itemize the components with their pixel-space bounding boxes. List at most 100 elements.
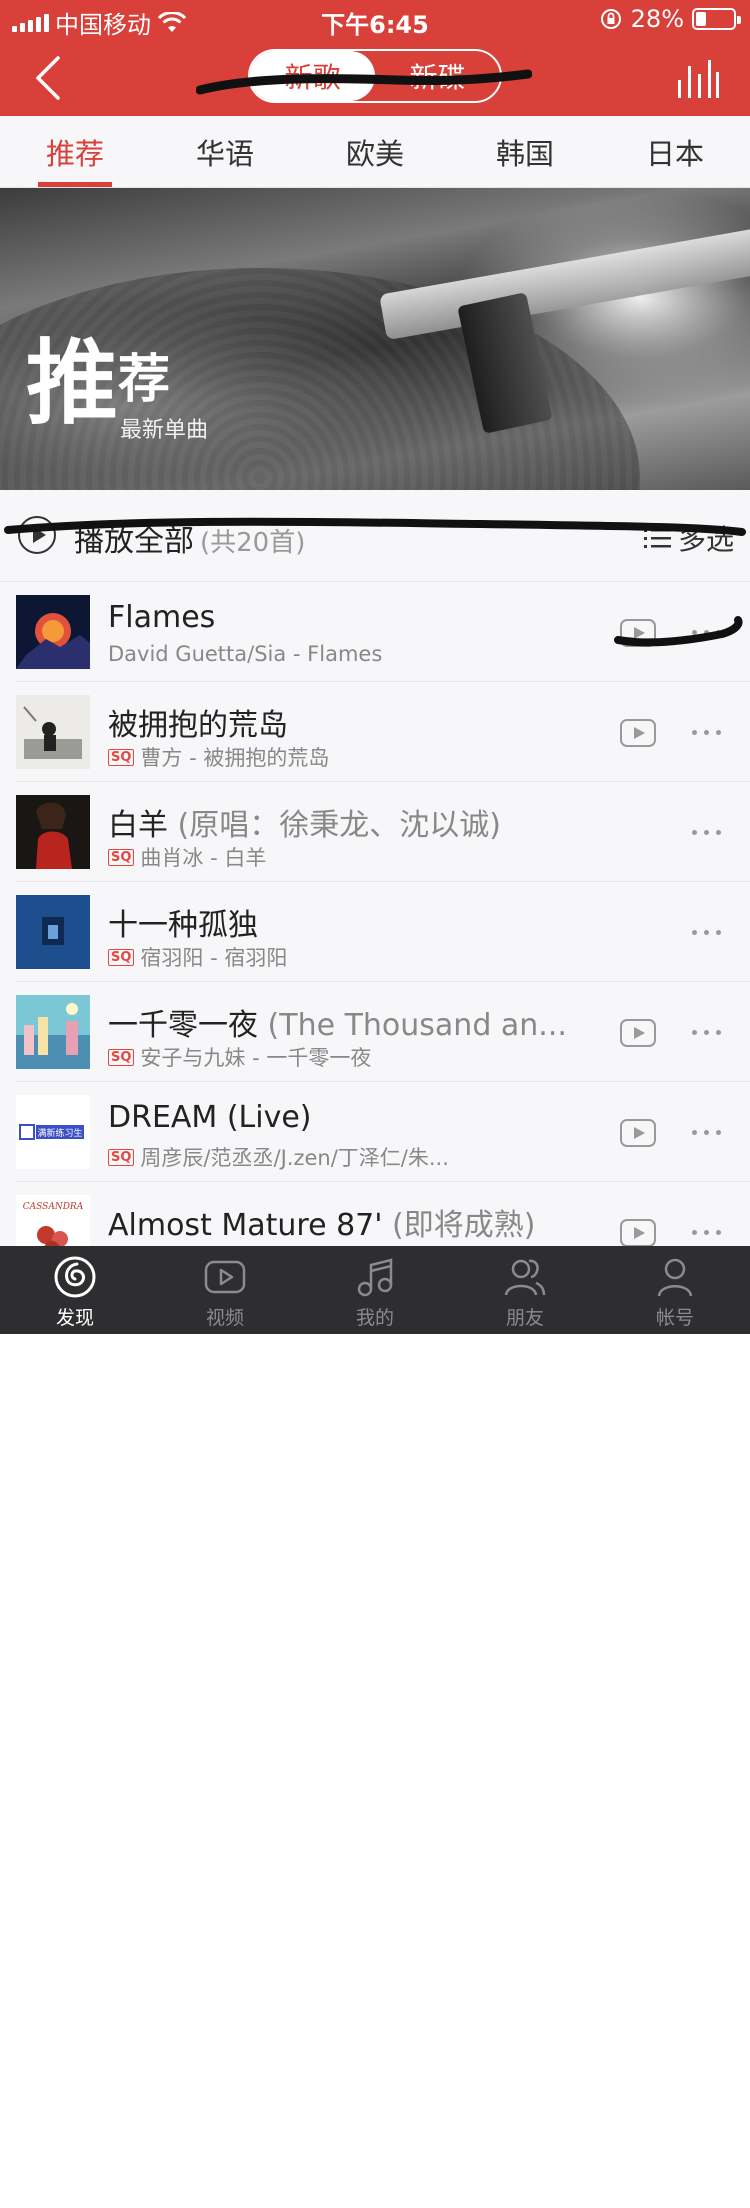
song-artist: SQ 曲肖冰 - 白羊 <box>108 842 266 872</box>
cover-text: CASSANDRA <box>23 1202 84 1212</box>
song-title-alt: (即将成熟) <box>392 1208 536 1243</box>
more-icon[interactable] <box>692 820 721 844</box>
multi-select-label: 多选 <box>677 523 734 556</box>
tab-western[interactable]: 欧美 <box>300 116 450 187</box>
banner-title-big: 推 <box>26 330 119 437</box>
album-cover <box>16 995 90 1069</box>
song-title: Flames <box>108 600 215 635</box>
battery-icon <box>692 8 741 30</box>
banner-image: 推 荐 最新单曲 <box>0 188 750 490</box>
sq-badge: SQ <box>108 748 135 766</box>
album-cover <box>16 895 90 969</box>
song-title-alt: (原唱：徐秉龙、沈以诚) <box>177 808 501 843</box>
song-title-text: DREAM (Live) <box>108 1100 312 1135</box>
list-icon <box>643 529 671 548</box>
mv-play-icon[interactable] <box>620 619 656 647</box>
song-title-text: 被拥抱的荒岛 <box>108 708 288 743</box>
status-bar: 中国移动 下午6:45 28% <box>0 0 750 40</box>
album-cover <box>16 795 90 869</box>
multi-select-button[interactable]: 多选 <box>643 518 734 558</box>
song-row[interactable]: 一千零一夜 (The Thousand an... SQ 安子与九妹 - 一千零… <box>16 982 750 1082</box>
rotation-lock-icon <box>600 9 621 29</box>
song-artist-text: 曹方 - 被拥抱的荒岛 <box>140 746 330 770</box>
banner-title-small: 荐 <box>118 350 171 410</box>
song-artist: SQ 曹方 - 被拥抱的荒岛 <box>108 742 329 772</box>
discover-icon <box>54 1256 96 1298</box>
song-title-text: 一千零一夜 <box>108 1008 258 1043</box>
song-artist-text: 宿羽阳 - 宿羽阳 <box>140 946 288 970</box>
song-title: 一千零一夜 (The Thousand an... <box>108 1000 567 1044</box>
tabbar-video[interactable]: 视频 <box>150 1246 300 1334</box>
song-artist-text: 周彦辰/范丞丞/J.zen/丁泽仁/朱... <box>140 1146 449 1170</box>
song-artist: SQ 周彦辰/范丞丞/J.zen/丁泽仁/朱... <box>108 1142 449 1172</box>
song-row[interactable]: Flames David Guetta/Sia - Flames <box>16 582 750 682</box>
song-title: 被拥抱的荒岛 <box>108 700 288 744</box>
song-row[interactable]: 十一种孤独 SQ 宿羽阳 - 宿羽阳 <box>16 882 750 982</box>
more-icon[interactable] <box>692 1220 721 1244</box>
song-artist-text: 曲肖冰 - 白羊 <box>140 846 267 870</box>
tab-japanese[interactable]: 日本 <box>600 116 750 187</box>
tabbar-label: 帐号 <box>655 1307 694 1329</box>
music-note-icon <box>357 1258 393 1297</box>
tabbar-friends[interactable]: 朋友 <box>450 1246 600 1334</box>
song-artist: David Guetta/Sia - Flames <box>108 642 382 666</box>
mv-play-icon[interactable] <box>620 1119 656 1147</box>
more-icon[interactable] <box>692 620 721 644</box>
tabbar-discover[interactable]: 发现 <box>0 1246 150 1334</box>
bottom-tab-bar: 发现 视频 我的 朋友 帐号 <box>0 1246 750 1334</box>
song-row[interactable]: 满新练习生 DREAM (Live) SQ 周彦辰/范丞丞/J.zen/丁泽仁/… <box>16 1082 750 1182</box>
more-icon[interactable] <box>692 920 721 944</box>
sq-badge: SQ <box>108 948 135 966</box>
tabbar-label: 视频 <box>205 1307 244 1329</box>
song-title: 白羊 (原唱：徐秉龙、沈以诚) <box>108 800 501 844</box>
tabbar-label: 我的 <box>355 1307 394 1329</box>
more-icon[interactable] <box>692 1120 721 1144</box>
song-row[interactable]: 白羊 (原唱：徐秉龙、沈以诚) SQ 曲肖冰 - 白羊 <box>16 782 750 882</box>
banner-subtitle: 最新单曲 <box>120 418 209 443</box>
song-title: Almost Mature 87' (即将成熟) <box>108 1200 535 1244</box>
tabbar-label: 朋友 <box>505 1307 544 1329</box>
tab-chinese[interactable]: 华语 <box>150 116 300 187</box>
nav-bar: 新歌 新碟 <box>0 40 750 116</box>
mv-play-icon[interactable] <box>620 1019 656 1047</box>
tab-korean[interactable]: 韩国 <box>450 116 600 187</box>
sq-badge: SQ <box>108 1048 135 1066</box>
segment-new-albums[interactable]: 新碟 <box>375 51 500 101</box>
tabbar-account[interactable]: 帐号 <box>600 1246 750 1334</box>
back-icon[interactable] <box>30 54 70 102</box>
friends-icon <box>504 1259 546 1296</box>
category-tabs: 推荐 华语 欧美 韩国 日本 <box>0 116 750 188</box>
song-title-text: Flames <box>108 600 216 635</box>
sq-badge: SQ <box>108 1148 135 1166</box>
song-title-alt: (The Thousand an... <box>267 1008 567 1043</box>
mv-play-icon[interactable] <box>620 719 656 747</box>
mv-play-icon[interactable] <box>620 1219 656 1247</box>
more-icon[interactable] <box>692 1020 721 1044</box>
song-title-text: 十一种孤独 <box>108 908 258 943</box>
segment-new-songs[interactable]: 新歌 <box>250 51 375 101</box>
album-cover <box>16 695 90 769</box>
battery-percent: 28% <box>630 5 684 33</box>
play-all-count: (共20首) <box>200 528 306 558</box>
app-screen: 中国移动 下午6:45 28% 新歌 新碟 推荐 华语 欧美 韩国 日本 推 荐… <box>0 0 750 1334</box>
account-icon <box>657 1258 693 1297</box>
song-artist-text: David Guetta/Sia - Flames <box>108 642 383 666</box>
song-title-text: Almost Mature 87' <box>108 1208 383 1243</box>
song-title: 十一种孤独 <box>108 900 258 944</box>
song-artist: SQ 宿羽阳 - 宿羽阳 <box>108 942 287 972</box>
play-circle-icon[interactable] <box>18 516 56 554</box>
equalizer-icon[interactable] <box>676 58 720 98</box>
cover-text: 满新练习生 <box>37 1127 82 1139</box>
play-all-text: 播放全部 <box>74 524 194 559</box>
album-cover: 满新练习生 <box>16 1095 90 1169</box>
tabbar-mine[interactable]: 我的 <box>300 1246 450 1334</box>
song-artist: SQ 安子与九妹 - 一千零一夜 <box>108 1042 371 1072</box>
tabbar-label: 发现 <box>55 1307 94 1329</box>
play-all-label[interactable]: 播放全部 (共20首) <box>74 516 305 560</box>
song-row[interactable]: 被拥抱的荒岛 SQ 曹方 - 被拥抱的荒岛 <box>16 682 750 782</box>
video-icon <box>204 1260 246 1294</box>
more-icon[interactable] <box>692 720 721 744</box>
tab-recommended[interactable]: 推荐 <box>0 116 150 187</box>
play-all-bar[interactable]: 播放全部 (共20首) 多选 <box>0 490 750 582</box>
album-cover <box>16 595 90 669</box>
